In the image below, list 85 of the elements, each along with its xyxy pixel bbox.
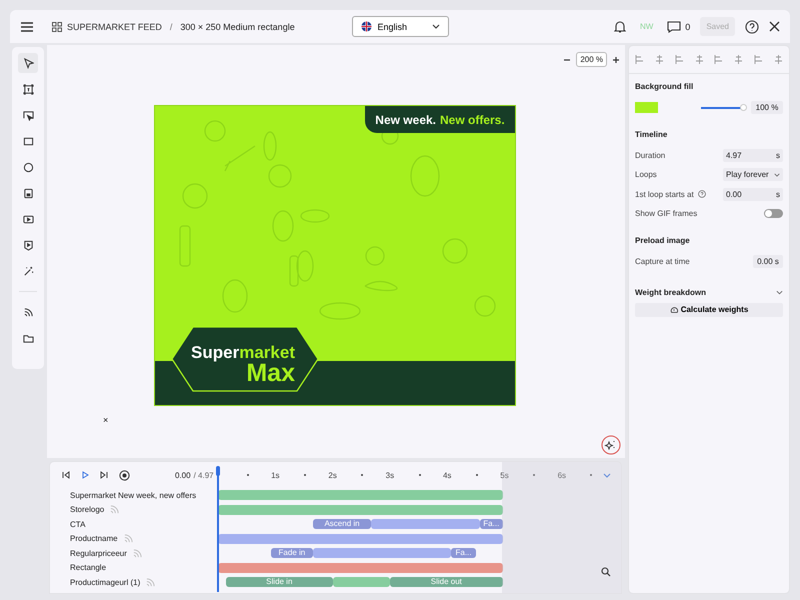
align-icon[interactable]: [694, 55, 704, 64]
help-icon[interactable]: [698, 190, 706, 198]
field-label: 1st loop starts at: [635, 190, 694, 199]
ruler-label: 3s: [386, 471, 394, 480]
chevron-down-icon: [432, 24, 440, 29]
breadcrumb-separator: /: [170, 22, 172, 32]
duration-field[interactable]: 4.97 s: [723, 148, 783, 162]
chevron-down-icon[interactable]: [603, 473, 611, 478]
skip-back-icon[interactable]: [62, 471, 70, 479]
ruler-label: 2s: [328, 471, 337, 480]
headline: New week.: [375, 112, 436, 126]
feed-icon: [22, 306, 34, 318]
skip-forward-icon[interactable]: [100, 471, 108, 479]
layer-name[interactable]: Storelogo: [70, 505, 104, 514]
chevron-down-icon: [774, 172, 780, 177]
layer-name[interactable]: Regularpriceeur: [70, 548, 127, 558]
color-swatch[interactable]: [635, 102, 658, 114]
layer-name[interactable]: Supermarket New week, new offers: [70, 490, 196, 500]
layer-name[interactable]: Productimageurl (1): [70, 578, 140, 587]
align-icon[interactable]: [754, 55, 764, 64]
language-select[interactable]: English: [352, 16, 448, 37]
align-icon[interactable]: [714, 55, 724, 64]
square-icon: [22, 136, 34, 146]
ruler-label: 4s: [442, 471, 452, 480]
logo-wordmark: Max: [246, 361, 295, 386]
comment-icon[interactable]: [667, 20, 682, 32]
search-icon[interactable]: [601, 567, 611, 577]
opacity-field[interactable]: 100 %: [751, 101, 783, 114]
project-link[interactable]: SUPERMARKET FEED: [67, 22, 162, 32]
headline-highlight: New offers.: [440, 112, 505, 126]
play-icon[interactable]: [81, 471, 89, 479]
section-title: Weight breakdown: [635, 288, 706, 298]
layer-name[interactable]: CTA: [70, 520, 86, 529]
record-icon[interactable]: [119, 470, 130, 480]
bell-icon[interactable]: [614, 20, 626, 33]
align-icon[interactable]: [654, 55, 664, 64]
align-icon[interactable]: [734, 55, 744, 64]
capture-time-field[interactable]: 0.00 s: [753, 254, 783, 268]
video-icon: [22, 214, 34, 224]
comment-count: 0: [685, 22, 690, 32]
help-icon[interactable]: [745, 20, 759, 34]
close-mark[interactable]: ×: [103, 415, 108, 425]
document-title: 300 × 250 Medium rectangle: [180, 22, 295, 32]
ruler-label: 1s: [271, 471, 280, 480]
frame-icon: [22, 84, 34, 94]
loop-start-field[interactable]: 0.00 s: [723, 188, 783, 201]
ruler-label: 6s: [558, 471, 566, 480]
image-icon: [22, 188, 34, 198]
sparkle-icon[interactable]: [601, 435, 621, 455]
wand-icon: [22, 266, 34, 276]
menu-icon[interactable]: [20, 20, 34, 32]
flag-icon: [360, 21, 372, 32]
grid-icon: [52, 22, 62, 32]
ruler-label: 5s: [500, 471, 509, 480]
field-label: Capture at time: [635, 256, 690, 266]
folder-icon: [22, 332, 34, 344]
loops-select[interactable]: Play forever: [723, 168, 783, 182]
gauge-icon: [670, 306, 678, 314]
close-icon[interactable]: [769, 21, 780, 32]
current-time: 0.00: [175, 470, 191, 480]
total-time: / 4.97: [194, 470, 214, 480]
zoom-field[interactable]: 200 %: [576, 52, 607, 67]
align-icon[interactable]: [674, 55, 684, 64]
pointer-icon: [22, 58, 34, 68]
logo-text-highlight: market: [239, 343, 295, 362]
align-icon[interactable]: [635, 55, 644, 64]
field-label: Loops: [635, 170, 657, 180]
layer-name[interactable]: Productname: [70, 534, 118, 544]
playhead[interactable]: [215, 466, 221, 592]
logo-text: Super: [191, 343, 240, 362]
layer-name[interactable]: Rectangle: [70, 563, 106, 572]
zoom-in-icon[interactable]: [612, 56, 620, 64]
gif-frames-toggle[interactable]: [764, 209, 783, 218]
badge-icon: [22, 240, 34, 250]
pointer-tool[interactable]: [18, 53, 38, 73]
cursor-box-icon: [22, 110, 34, 120]
chevron-down-icon[interactable]: [776, 290, 783, 296]
section-title: Timeline: [635, 130, 668, 138]
field-label: Show GIF frames: [635, 209, 698, 218]
section-title: Preload image: [635, 236, 691, 244]
align-icon[interactable]: [774, 55, 783, 64]
section-title: Background fill: [635, 82, 694, 91]
calculate-weights-button[interactable]: Calculate weights: [635, 302, 783, 316]
circle-icon: [22, 162, 34, 172]
field-label: Duration: [635, 150, 666, 160]
